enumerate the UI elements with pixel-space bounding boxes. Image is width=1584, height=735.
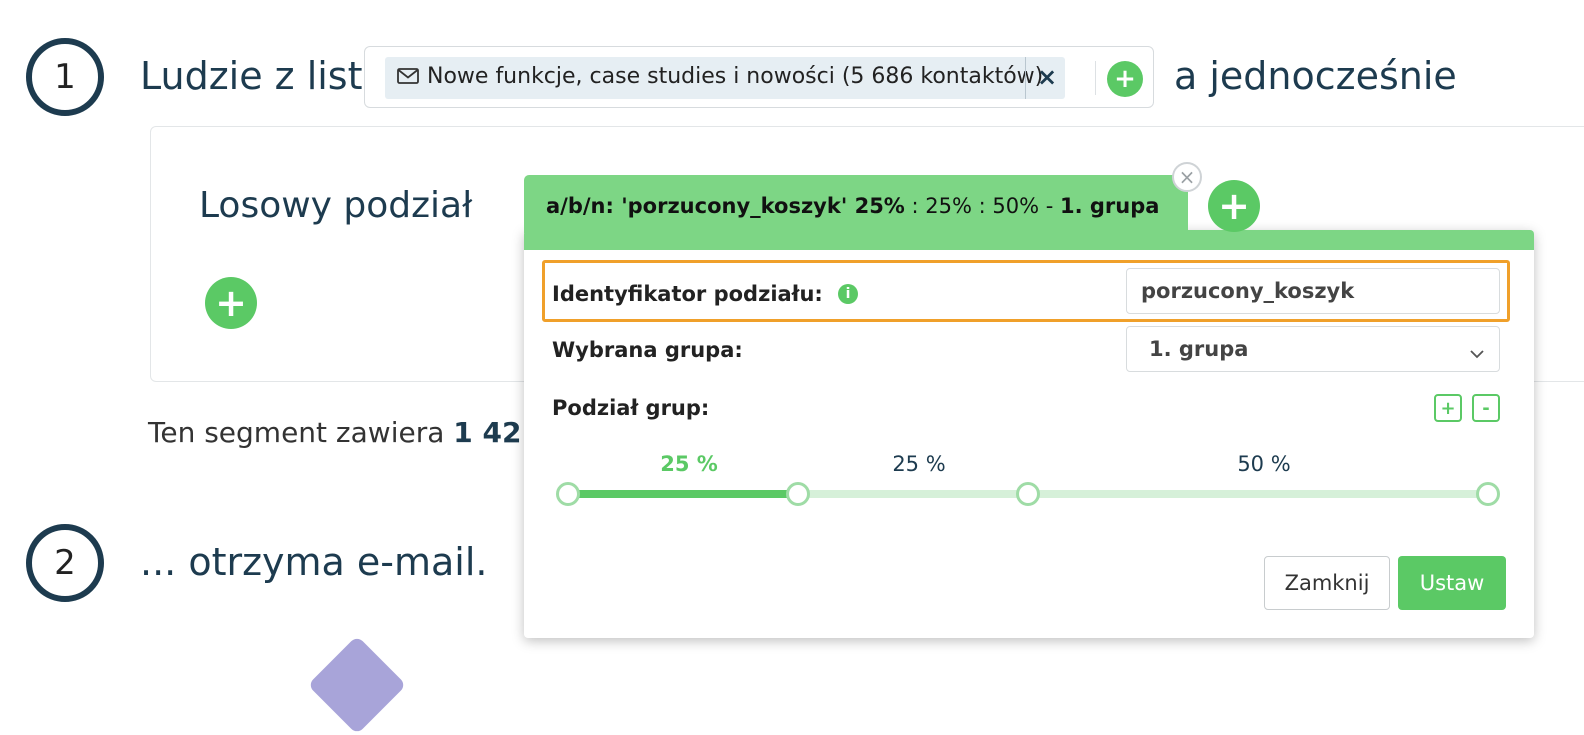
list-tag: Nowe funkcje, case studies i nowości (5 … — [385, 57, 1065, 99]
group-select-value: 1. grupa — [1149, 337, 1249, 361]
tab-prefix: a/b/n: — [546, 194, 622, 218]
slider-label-3: 50 % — [1237, 452, 1291, 476]
list-selector[interactable]: Nowe funkcje, case studies i nowości (5 … — [364, 46, 1154, 108]
split-card-title: Losowy podział — [199, 185, 473, 226]
chevron-down-icon — [1469, 341, 1485, 365]
step-2-text: ... otrzyma e-mail. — [140, 540, 488, 584]
identifier-label: Identyfikator podziału: — [552, 282, 823, 306]
remove-list-icon[interactable]: × — [1037, 63, 1057, 91]
group-label: Wybrana grupa: — [552, 338, 743, 362]
tab-ratio: : 25% : 50% - — [904, 194, 1060, 218]
segment-info: Ten segment zawiera 1 42 — [148, 416, 521, 449]
tab-name: 'porzucony_koszyk' 25% — [621, 194, 905, 218]
slider-label-2: 25 % — [892, 452, 946, 476]
identifier-input[interactable]: porzucony_koszyk — [1126, 268, 1500, 314]
remove-group-button[interactable]: - — [1472, 394, 1500, 422]
add-list-button[interactable]: + — [1107, 61, 1143, 97]
tag-divider — [1025, 57, 1026, 99]
segment-prefix: Ten segment zawiera — [148, 416, 445, 449]
step-number-2: 2 — [26, 524, 104, 602]
close-tab-icon[interactable]: × — [1172, 162, 1202, 192]
group-select[interactable]: 1. grupa — [1126, 326, 1500, 372]
add-split-button[interactable]: + — [205, 277, 257, 329]
segment-count: 1 42 — [453, 416, 522, 449]
add-group-button[interactable]: + — [1434, 394, 1462, 422]
info-icon[interactable]: i — [838, 284, 858, 304]
split-label: Podział grup: — [552, 396, 710, 420]
selector-divider — [1095, 61, 1096, 95]
slider-handle-3[interactable] — [1016, 482, 1040, 506]
split-popup: Identyfikator podziału: i porzucony_kosz… — [524, 230, 1534, 638]
slider-handle-2[interactable] — [786, 482, 810, 506]
slider-handle-4[interactable] — [1476, 482, 1500, 506]
set-button[interactable]: Ustaw — [1398, 556, 1506, 610]
slider-active-segment — [568, 490, 798, 498]
step-1-prefix: Ludzie z list — [140, 54, 363, 98]
close-button[interactable]: Zamknij — [1264, 556, 1390, 610]
decorative-shape — [307, 635, 407, 735]
popup-top-bar — [524, 230, 1534, 250]
list-tag-label: Nowe funkcje, case studies i nowości (5 … — [427, 64, 1044, 89]
step-1-suffix: a jednocześnie — [1174, 54, 1457, 98]
tab-group: 1. grupa — [1060, 194, 1160, 218]
split-tab[interactable]: a/b/n: 'porzucony_koszyk' 25% : 25% : 50… — [524, 175, 1188, 233]
split-tab-label: a/b/n: 'porzucony_koszyk' 25% : 25% : 50… — [546, 194, 1159, 218]
mail-icon — [397, 67, 419, 89]
step-number-1: 1 — [26, 38, 104, 116]
slider-handle-1[interactable] — [556, 482, 580, 506]
add-tab-button[interactable]: + — [1208, 180, 1260, 232]
slider-label-1: 25 % — [660, 452, 718, 476]
